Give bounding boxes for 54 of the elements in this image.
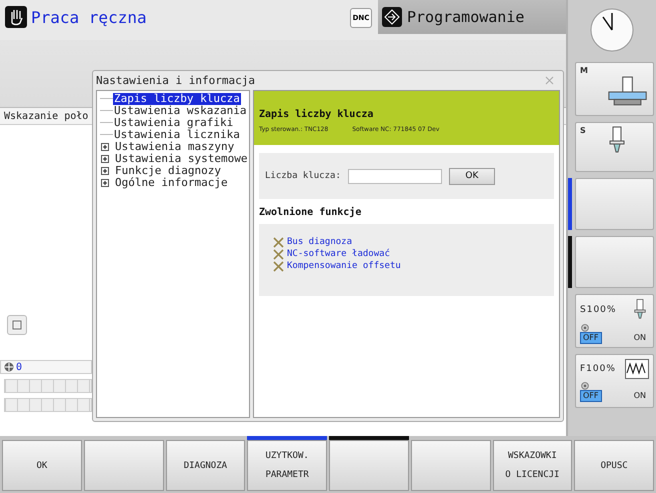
expand-icon[interactable] [101,167,109,175]
function-link[interactable]: Bus diagnoza [287,237,352,247]
softkey[interactable]: UZYTKOW. PARAMETR [247,440,327,491]
expand-icon[interactable] [101,155,109,163]
tree-item[interactable]: Ustawienia maszyny [114,141,236,153]
clock-icon [589,7,635,53]
function-link[interactable]: Kompensowanie offsetu [287,261,401,271]
switch-option[interactable]: OFF [580,390,602,402]
override-label: F100% [580,364,616,374]
machine-key[interactable]: M [575,62,654,116]
enter-icon [382,7,402,27]
section-title: Zwolnione funkcje [259,207,362,218]
tree-item[interactable]: Zapis liczby klucza [113,93,241,105]
softkey[interactable] [329,440,409,491]
switch-option[interactable]: ON [630,390,649,402]
override-key[interactable]: S100% OFF ON [575,294,654,348]
tree-item[interactable]: Ustawienia wskazania [113,105,248,117]
tree-item[interactable]: Funkcje diagnozy [114,165,222,177]
view-button[interactable] [7,315,27,335]
side-softkey[interactable] [575,236,654,288]
override-key[interactable]: F100% OFF ON [575,354,654,408]
position-label: Wskazanie poło [4,110,88,122]
softkey[interactable]: OK [2,440,82,491]
banner-title: Zapis liczby klucza [259,109,374,120]
mode-title: Praca ręczna [31,8,147,27]
softkey[interactable]: WSKAZOWKI O LICENCJI [492,440,572,491]
softkey[interactable] [84,440,164,491]
spindle-key[interactable]: S [575,122,654,172]
frame-icon [12,320,22,330]
override-label: S100% [580,305,616,315]
dial-icon [580,380,590,390]
dialog-title: Nastawienia i informacja [96,74,255,87]
softkey[interactable]: OPUSC [574,440,654,491]
switch-option[interactable]: ON [630,332,649,344]
expand-icon[interactable] [101,143,109,151]
tree-item[interactable]: Ustawienia systemowe [114,153,248,165]
tree-item[interactable]: Ustawienia grafiki [113,117,234,129]
status-value: 0 [16,362,22,372]
key-input[interactable] [348,168,442,184]
expand-icon[interactable] [101,179,109,187]
zigzag-icon [625,358,649,380]
tree-item[interactable]: Ustawienia licznika [113,129,241,141]
ok-button[interactable]: OK [448,168,495,184]
hand-icon [5,6,27,28]
softkey[interactable] [410,440,490,491]
softkey[interactable]: DIAGNOZA [166,440,246,491]
function-link[interactable]: NC-software ładować [287,249,390,259]
side-softkey[interactable] [575,178,654,230]
key-label: Liczba klucza: [265,171,341,181]
dial-icon [580,322,590,332]
tree-item[interactable]: Ogólne informacje [114,177,229,189]
close-icon[interactable] [545,76,554,85]
switch-option[interactable]: OFF [580,332,602,344]
mode-tab[interactable]: Programowanie [378,0,566,34]
